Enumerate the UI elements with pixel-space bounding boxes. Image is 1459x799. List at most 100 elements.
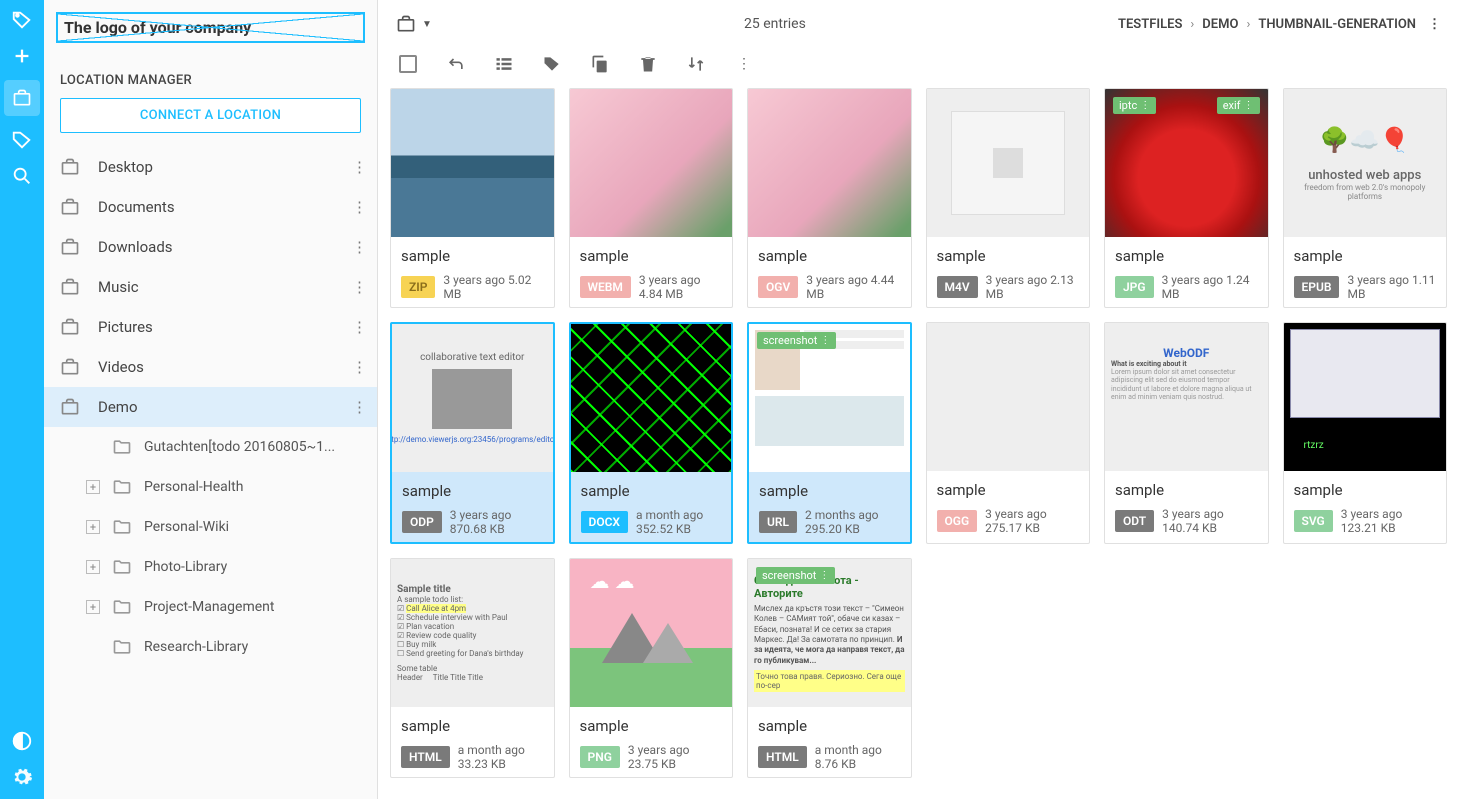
more-vert-icon[interactable]: ⋮	[352, 198, 367, 216]
thumbnail[interactable]	[927, 323, 1090, 471]
extension-badge[interactable]: M4V	[937, 276, 978, 298]
thumbnail[interactable]	[927, 89, 1090, 237]
expand-icon[interactable]: +	[86, 480, 100, 494]
crumb-0[interactable]: TESTFILES	[1118, 17, 1182, 32]
location-item-music[interactable]: Music⋮	[44, 267, 377, 307]
thumbnail[interactable]	[391, 89, 554, 237]
thumbnail[interactable]: rtzrz	[1284, 323, 1447, 471]
more-vert-icon[interactable]: ⋮	[352, 398, 367, 416]
extension-badge[interactable]: JPG	[1115, 276, 1154, 298]
thumbnail[interactable]: Sample titleA sample todo list:☑ Call Al…	[391, 559, 554, 707]
expand-icon[interactable]: +	[86, 600, 100, 614]
more-vert-icon[interactable]: ⋮	[1428, 17, 1441, 32]
gear-icon[interactable]	[10, 765, 34, 789]
thumbnail[interactable]: Сто години самота - АвторитеМислех да кр…	[748, 559, 911, 707]
briefcase-icon[interactable]	[4, 80, 40, 116]
extension-badge[interactable]: SVG	[1294, 510, 1333, 532]
location-item-documents[interactable]: Documents⋮	[44, 187, 377, 227]
tag-chip[interactable]: screenshot ⋮	[756, 567, 835, 584]
thumbnail[interactable]: ☁ ☁	[570, 559, 733, 707]
thumbnail[interactable]	[571, 324, 732, 472]
list-view-icon[interactable]	[494, 54, 514, 74]
main-area: ▼ 25 entries TESTFILES› DEMO› THUMBNAIL-…	[378, 0, 1459, 799]
file-card[interactable]: WebODFWhat is exciting about itLorem ips…	[1104, 322, 1269, 544]
folder-item[interactable]: +Photo-Library	[44, 547, 377, 587]
extension-badge[interactable]: HTML	[758, 746, 807, 768]
search-icon[interactable]	[10, 164, 34, 188]
extension-badge[interactable]: DOCX	[581, 511, 629, 533]
thumbnail[interactable]: 🌳☁️🎈unhosted web appsfreedom from web 2.…	[1284, 89, 1447, 237]
thumbnail[interactable]: collaborative text editorhttp://demo.vie…	[392, 324, 553, 472]
location-item-pictures[interactable]: Pictures⋮	[44, 307, 377, 347]
extension-badge[interactable]: HTML	[401, 746, 450, 768]
more-vert-icon[interactable]: ⋮	[352, 358, 367, 376]
location-item-demo[interactable]: Demo⋮	[44, 387, 377, 427]
tag-chip[interactable]: iptc ⋮	[1113, 97, 1156, 114]
folder-item[interactable]: Gutachten[todo 20160805~1...	[44, 427, 377, 467]
tag-chip[interactable]: screenshot ⋮	[757, 332, 836, 349]
file-card[interactable]: Sample titleA sample todo list:☑ Call Al…	[390, 558, 555, 778]
file-card[interactable]: sampleWEBM3 years ago 4.84 MB	[569, 88, 734, 308]
file-card[interactable]: sampleOGV3 years ago 4.44 MB	[747, 88, 912, 308]
card-info: sampleSVG3 years ago 123.21 KB	[1284, 471, 1447, 541]
delete-icon[interactable]	[638, 54, 658, 74]
select-all-checkbox[interactable]	[398, 54, 418, 74]
thumbnail[interactable]: WebODFWhat is exciting about itLorem ips…	[1105, 323, 1268, 471]
file-card[interactable]: 🌳☁️🎈unhosted web appsfreedom from web 2.…	[1283, 88, 1448, 308]
thumbnail[interactable]	[748, 89, 911, 237]
connect-location-button[interactable]: CONNECT A LOCATION	[60, 98, 361, 133]
location-item-downloads[interactable]: Downloads⋮	[44, 227, 377, 267]
file-card[interactable]: sampleOGG3 years ago 275.17 KB	[926, 322, 1091, 544]
tags-icon[interactable]	[10, 128, 34, 152]
thumbnail[interactable]	[570, 89, 733, 237]
more-vert-icon[interactable]: ⋮	[352, 278, 367, 296]
more-vert-icon[interactable]: ⋮	[352, 238, 367, 256]
file-card[interactable]: sampleM4V3 years ago 2.13 MB	[926, 88, 1091, 308]
tag-action-icon[interactable]	[542, 54, 562, 74]
thumbnail[interactable]: iptc ⋮ exif ⋮	[1105, 89, 1268, 237]
sort-icon[interactable]	[686, 54, 706, 74]
folder-item[interactable]: +Personal-Health	[44, 467, 377, 507]
tag-icon[interactable]	[10, 8, 34, 32]
theme-icon[interactable]	[10, 729, 34, 753]
plus-icon[interactable]	[10, 44, 34, 68]
more-vert-icon[interactable]: ⋮	[352, 318, 367, 336]
copy-icon[interactable]	[590, 54, 610, 74]
file-name: sample	[759, 482, 900, 500]
file-card[interactable]: sampleDOCXa month ago 352.52 KB	[569, 322, 734, 544]
extension-badge[interactable]: PNG	[580, 746, 620, 768]
folder-item[interactable]: +Project-Management	[44, 587, 377, 627]
briefcase-icon	[60, 397, 80, 417]
expand-icon[interactable]: +	[86, 520, 100, 534]
folder-item[interactable]: Research-Library	[44, 627, 377, 667]
file-card[interactable]: sampleZIP3 years ago 5.02 MB	[390, 88, 555, 308]
extension-badge[interactable]: ODP	[402, 511, 442, 533]
briefcase-icon[interactable]	[396, 14, 416, 34]
more-vert-icon[interactable]: ⋮	[734, 54, 754, 74]
extension-badge[interactable]: ZIP	[401, 276, 435, 298]
tag-chip[interactable]: exif ⋮	[1217, 97, 1260, 114]
file-name: sample	[1294, 247, 1437, 265]
crumb-1[interactable]: DEMO	[1202, 17, 1238, 32]
location-item-desktop[interactable]: Desktop⋮	[44, 147, 377, 187]
file-card[interactable]: ☁ ☁samplePNG3 years ago 23.75 KB	[569, 558, 734, 778]
extension-badge[interactable]: URL	[759, 511, 797, 533]
crumb-2[interactable]: THUMBNAIL-GENERATION	[1258, 17, 1416, 32]
location-item-videos[interactable]: Videos⋮	[44, 347, 377, 387]
file-card[interactable]: collaborative text editorhttp://demo.vie…	[390, 322, 555, 544]
extension-badge[interactable]: OGG	[937, 510, 978, 532]
more-vert-icon[interactable]: ⋮	[352, 158, 367, 176]
extension-badge[interactable]: OGV	[758, 276, 798, 298]
file-card[interactable]: iptc ⋮exif ⋮sampleJPG3 years ago 1.24 MB	[1104, 88, 1269, 308]
thumbnail[interactable]: screenshot ⋮	[749, 324, 910, 472]
file-card[interactable]: screenshot ⋮sampleURL2 months ago 295.20…	[747, 322, 912, 544]
extension-badge[interactable]: EPUB	[1294, 276, 1340, 298]
folder-item[interactable]: +Personal-Wiki	[44, 507, 377, 547]
chevron-down-icon[interactable]: ▼	[422, 19, 432, 30]
extension-badge[interactable]: WEBM	[580, 276, 631, 298]
extension-badge[interactable]: ODT	[1115, 510, 1154, 532]
expand-icon[interactable]: +	[86, 560, 100, 574]
return-icon[interactable]	[446, 54, 466, 74]
file-card[interactable]: rtzrzsampleSVG3 years ago 123.21 KB	[1283, 322, 1448, 544]
file-card[interactable]: Сто години самота - АвторитеМислех да кр…	[747, 558, 912, 778]
